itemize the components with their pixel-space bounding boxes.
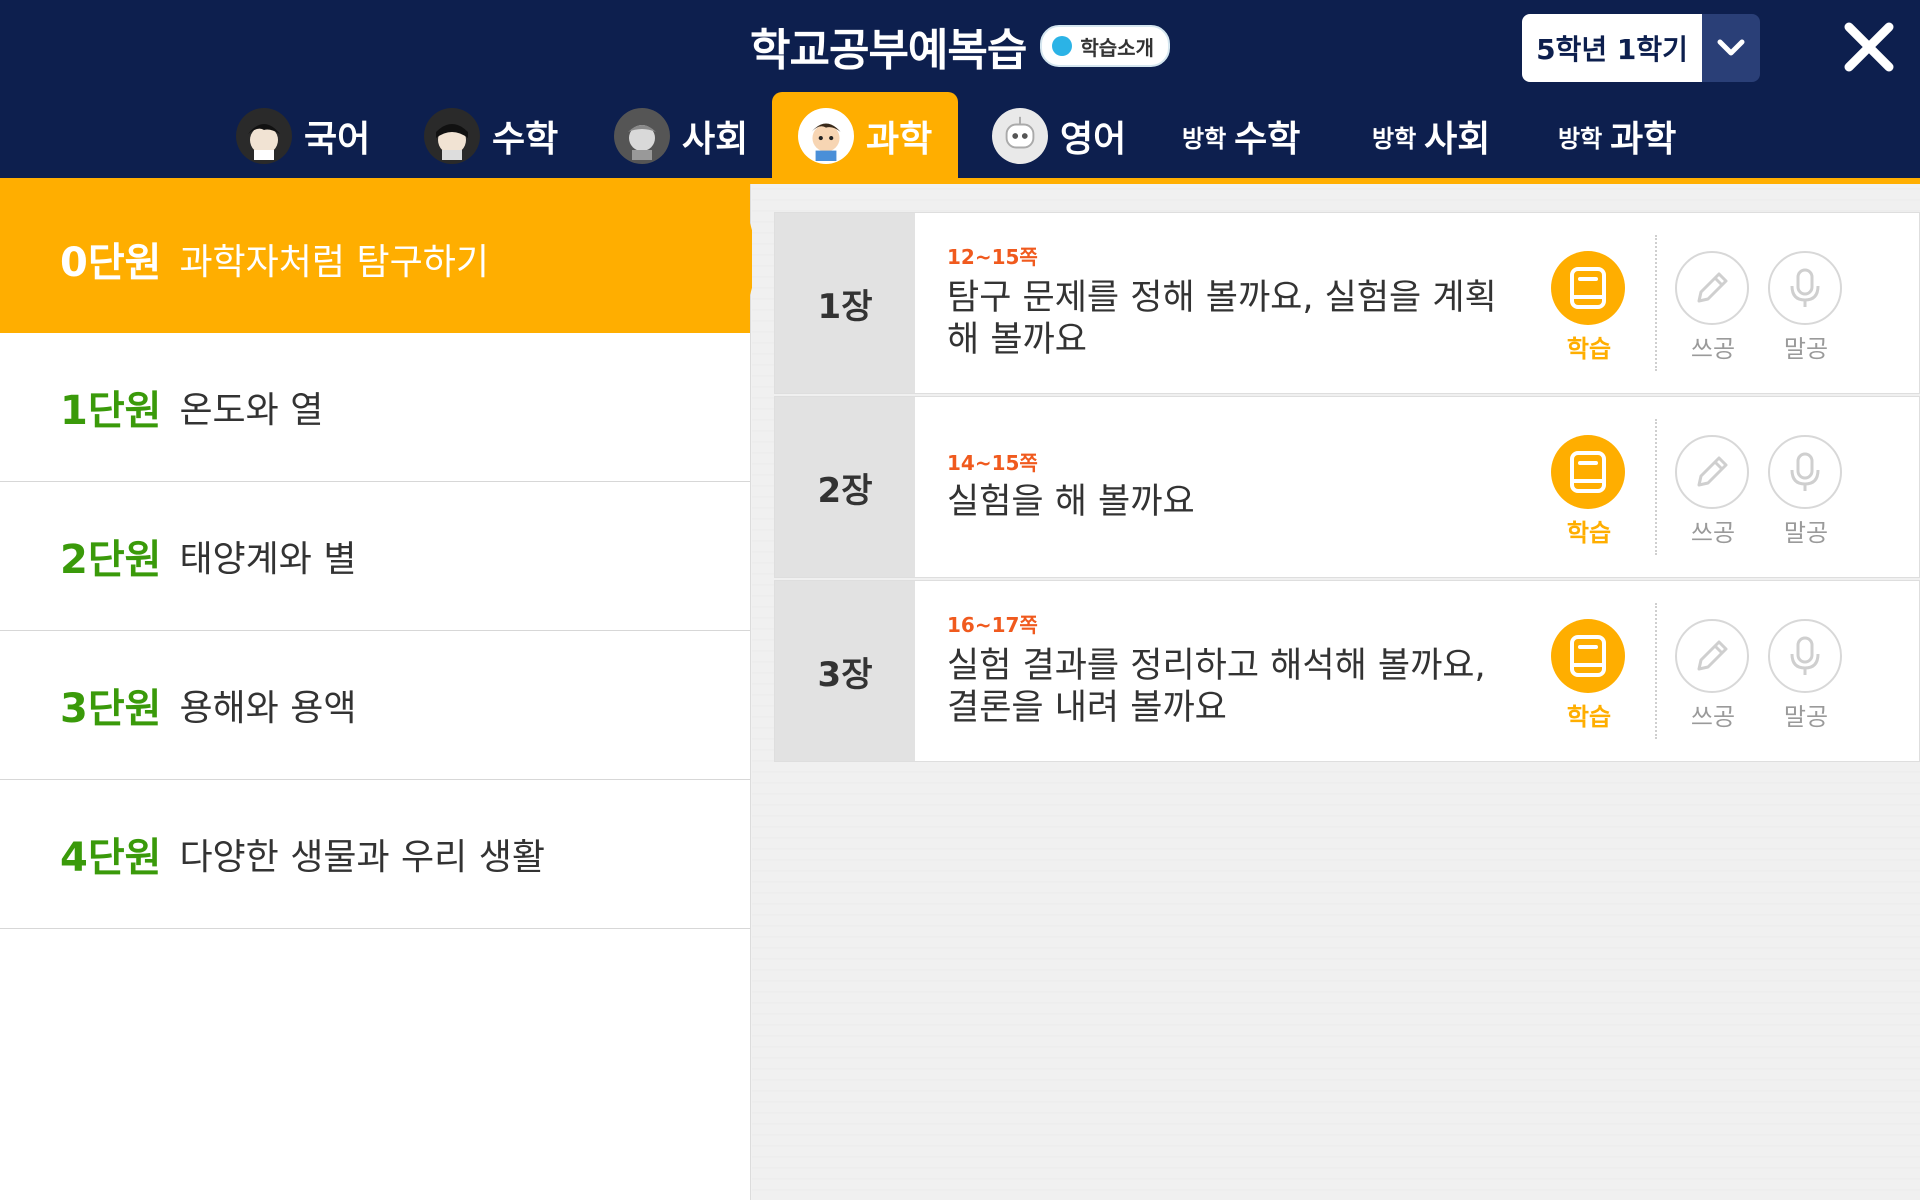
unit-title: 온도와 열 — [179, 390, 324, 431]
study-button[interactable]: 학습 — [1551, 619, 1627, 732]
write-button[interactable]: 쓰공 — [1675, 251, 1751, 364]
tab-math[interactable]: 수학 — [424, 92, 558, 180]
avatar-icon — [798, 108, 854, 164]
avatar-icon — [614, 108, 670, 164]
chapter-number: 2장 — [775, 397, 915, 577]
chapter-card-2: 2장 14~15쪽 실험을 해 볼까요 학습 쓰공 말공 — [774, 396, 1920, 578]
grade-select-value: 5학년 1학기 — [1522, 14, 1702, 82]
divider — [1655, 419, 1657, 555]
speak-label: 말공 — [1783, 335, 1829, 363]
close-icon[interactable] — [1834, 12, 1904, 82]
divider — [1655, 603, 1657, 739]
unit-number: 2단원 — [60, 537, 162, 583]
divider — [1655, 235, 1657, 371]
intro-button[interactable]: 학습소개 — [1040, 25, 1170, 67]
unit-title: 다양한 생물과 우리 생활 — [179, 837, 545, 878]
tab-label: 과학 — [1610, 119, 1677, 160]
unit-number: 3단원 — [60, 686, 162, 732]
speak-button[interactable]: 말공 — [1768, 435, 1844, 548]
speak-button[interactable]: 말공 — [1768, 619, 1844, 732]
subject-tabs: 국어 수학 사회 과학 영어 방학 수학 방학 사회 방학 과학 — [0, 92, 1920, 180]
pencil-icon — [1675, 619, 1749, 693]
write-label: 쓰공 — [1690, 335, 1736, 363]
study-label: 학습 — [1566, 703, 1612, 731]
write-button[interactable]: 쓰공 — [1675, 619, 1751, 732]
tab-english[interactable]: 영어 — [992, 92, 1126, 180]
speak-label: 말공 — [1783, 519, 1829, 547]
chapter-title: 탐구 문제를 정해 볼까요, 실험을 계획해 볼까요 — [947, 278, 1497, 360]
chapter-title: 실험을 해 볼까요 — [947, 482, 1195, 522]
chapter-number: 3장 — [775, 581, 915, 761]
microphone-icon — [1768, 435, 1842, 509]
book-icon — [1551, 619, 1625, 693]
intro-button-label: 학습소개 — [1080, 35, 1154, 60]
tab-label: 과학 — [866, 119, 933, 160]
unit-title: 태양계와 별 — [179, 539, 357, 580]
chapter-body: 16~17쪽 실험 결과를 정리하고 해석해 볼까요, 결론을 내려 볼까요 학… — [915, 581, 1919, 761]
speak-label: 말공 — [1783, 703, 1829, 731]
grade-select[interactable]: 5학년 1학기 — [1522, 14, 1760, 82]
unit-title: 용해와 용액 — [179, 688, 357, 729]
tab-vacation-science[interactable]: 방학 과학 — [1558, 92, 1676, 180]
app-title: 학교공부예복습 — [750, 25, 1027, 76]
tab-label: 영어 — [1060, 119, 1127, 160]
chapter-body: 12~15쪽 탐구 문제를 정해 볼까요, 실험을 계획해 볼까요 학습 쓰공 … — [915, 213, 1919, 393]
robot-icon — [992, 108, 1048, 164]
chapter-pages: 12~15쪽 — [947, 245, 1038, 269]
avatar-icon — [236, 108, 292, 164]
book-icon — [1551, 251, 1625, 325]
tab-prefix: 방학 — [1182, 124, 1227, 153]
tab-korean[interactable]: 국어 — [236, 92, 370, 180]
chapter-pages: 16~17쪽 — [947, 613, 1038, 637]
unit-title: 과학자처럼 탐구하기 — [179, 241, 489, 283]
tab-label: 국어 — [304, 119, 371, 160]
unit-item-4[interactable]: 4단원 다양한 생물과 우리 생활 — [0, 780, 750, 929]
pencil-icon — [1675, 251, 1749, 325]
tab-label: 수학 — [1234, 119, 1301, 160]
tab-prefix: 방학 — [1372, 124, 1417, 153]
chevron-down-icon[interactable] — [1702, 14, 1760, 82]
unit-number: 0단원 — [60, 239, 162, 286]
tab-label: 수학 — [492, 119, 559, 160]
book-icon — [1551, 435, 1625, 509]
study-button[interactable]: 학습 — [1551, 435, 1627, 548]
tab-vacation-social[interactable]: 방학 사회 — [1372, 92, 1490, 180]
unit-number: 4단원 — [60, 835, 162, 881]
study-label: 학습 — [1566, 335, 1612, 363]
tab-prefix: 방학 — [1558, 124, 1603, 153]
tab-label: 사회 — [682, 119, 749, 160]
app-header: 학교공부예복습 학습소개 5학년 1학기 국어 수학 사회 과학 영어 방학 수… — [0, 0, 1920, 180]
tab-science[interactable]: 과학 — [772, 92, 959, 180]
unit-number: 1단원 — [60, 388, 162, 434]
study-label: 학습 — [1566, 519, 1612, 547]
chapter-body: 14~15쪽 실험을 해 볼까요 학습 쓰공 말공 — [915, 397, 1919, 577]
chapter-list: 1장 12~15쪽 탐구 문제를 정해 볼까요, 실험을 계획해 볼까요 학습 … — [752, 184, 1920, 1200]
tab-vacation-math[interactable]: 방학 수학 — [1182, 92, 1300, 180]
microphone-icon — [1768, 619, 1842, 693]
chapter-card-1: 1장 12~15쪽 탐구 문제를 정해 볼까요, 실험을 계획해 볼까요 학습 … — [774, 212, 1920, 394]
write-label: 쓰공 — [1690, 519, 1736, 547]
info-dot-icon — [1052, 36, 1073, 56]
chapter-card-3: 3장 16~17쪽 실험 결과를 정리하고 해석해 볼까요, 결론을 내려 볼까… — [774, 580, 1920, 762]
tab-label: 사회 — [1424, 119, 1491, 160]
write-button[interactable]: 쓰공 — [1675, 435, 1751, 548]
unit-item-1[interactable]: 1단원 온도와 열 — [0, 333, 750, 482]
tab-social[interactable]: 사회 — [614, 92, 748, 180]
chapter-title: 실험 결과를 정리하고 해석해 볼까요, 결론을 내려 볼까요 — [947, 646, 1486, 728]
speak-button[interactable]: 말공 — [1768, 251, 1844, 364]
avatar-icon — [424, 108, 480, 164]
write-label: 쓰공 — [1690, 703, 1736, 731]
microphone-icon — [1768, 251, 1842, 325]
study-button[interactable]: 학습 — [1551, 251, 1627, 364]
unit-item-3[interactable]: 3단원 용해와 용액 — [0, 631, 750, 780]
unit-item-2[interactable]: 2단원 태양계와 별 — [0, 482, 750, 631]
chapter-pages: 14~15쪽 — [947, 451, 1038, 475]
chapter-number: 1장 — [775, 213, 915, 393]
pencil-icon — [1675, 435, 1749, 509]
unit-item-0[interactable]: 0단원 과학자처럼 탐구하기 — [0, 184, 760, 333]
unit-list: 0단원 과학자처럼 탐구하기 1단원 온도와 열 2단원 태양계와 별 3단원 … — [0, 184, 760, 1200]
